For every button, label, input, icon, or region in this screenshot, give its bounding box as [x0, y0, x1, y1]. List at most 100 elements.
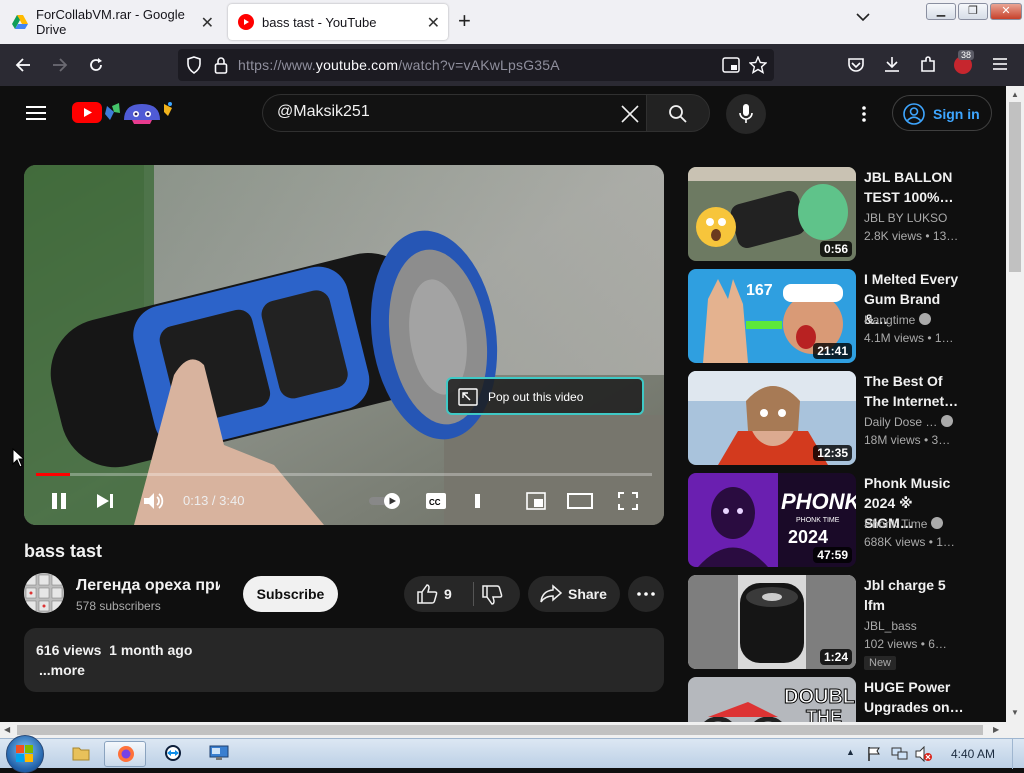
video-thumbnail[interactable]: 12:35 [688, 371, 856, 465]
scrollbar-thumb[interactable] [1009, 102, 1021, 272]
lock-icon[interactable] [214, 56, 228, 74]
scrollbar-thumb[interactable] [17, 725, 983, 735]
recommended-video[interactable]: 167 21:41 I Melted Every Gum Brand &… Ha… [688, 269, 998, 363]
search-box[interactable] [262, 94, 646, 132]
scroll-left-arrow-icon[interactable]: ◀ [4, 725, 10, 734]
taskbar-teamviewer[interactable] [152, 741, 194, 767]
back-icon[interactable] [14, 56, 32, 74]
voice-search-button[interactable] [726, 94, 766, 134]
settings-more-icon[interactable] [861, 105, 867, 123]
pop-out-label: Pop out this video [488, 390, 584, 404]
phonk-title-text: PHONK [781, 489, 856, 514]
tab-youtube[interactable]: bass tast - YouTube ✕ [228, 4, 448, 40]
video-thumbnail[interactable]: DOUBLE THE [688, 677, 856, 722]
more-actions-button[interactable] [628, 576, 664, 612]
like-icon[interactable] [416, 583, 438, 605]
dislike-icon[interactable] [481, 584, 503, 606]
taskbar-remote-desktop[interactable] [198, 741, 240, 767]
channel-name[interactable]: Phonk Time [864, 517, 944, 531]
show-more-link[interactable]: ...more [39, 662, 85, 678]
recommended-video[interactable]: DOUBLE THE HUGE Power Upgrades on… [688, 677, 998, 722]
bookmark-star-icon[interactable] [749, 56, 767, 74]
subscriber-count: 578 subscribers [76, 599, 161, 613]
show-hidden-icons-icon[interactable]: ▲ [846, 747, 855, 757]
clear-search-icon[interactable] [621, 105, 639, 123]
channel-name[interactable]: Легенда ореха при [76, 577, 220, 595]
url-text[interactable]: https://www.youtube.com/watch?v=vAKwLpsG… [238, 57, 560, 73]
close-tab-icon[interactable]: ✕ [427, 13, 440, 33]
address-bar[interactable]: https://www.youtube.com/watch?v=vAKwLpsG… [178, 49, 774, 81]
next-video-icon[interactable] [96, 493, 114, 509]
new-badge: New [864, 656, 897, 670]
video-thumbnail[interactable]: 0:56 [688, 167, 856, 261]
settings-gear-icon[interactable] [473, 492, 483, 510]
subscribe-button[interactable]: Subscribe [243, 576, 338, 612]
scroll-up-arrow-icon[interactable]: ▲ [1011, 90, 1019, 99]
phonk-channel-text: PHONK TIME [796, 517, 840, 524]
guide-menu-icon[interactable] [26, 105, 46, 121]
search-input[interactable] [277, 103, 597, 121]
video-stats: 4.1M views • 1… [864, 331, 954, 345]
autoplay-toggle[interactable] [368, 492, 404, 510]
volume-icon[interactable] [143, 492, 165, 510]
close-tab-icon[interactable]: ✕ [201, 13, 214, 33]
channel-name[interactable]: Hangtime [864, 313, 932, 327]
pause-icon[interactable] [50, 492, 68, 510]
video-thumbnail[interactable]: PHONK PHONK TIME 2024 47:59 [688, 473, 856, 567]
recommended-video[interactable]: PHONK PHONK TIME 2024 47:59 Phonk Music … [688, 473, 998, 567]
fullscreen-icon[interactable] [618, 492, 638, 510]
downloads-icon[interactable] [883, 55, 901, 73]
reload-icon[interactable] [87, 56, 105, 74]
time-display: 0:13 / 3:40 [183, 493, 245, 508]
network-icon[interactable] [891, 746, 909, 762]
scroll-right-arrow-icon[interactable]: ▶ [993, 725, 999, 734]
video-thumbnail[interactable]: 1:24 [688, 575, 856, 669]
pocket-icon[interactable] [847, 56, 865, 74]
search-button[interactable] [646, 94, 710, 132]
video-title[interactable]: JBL BALLON TEST 100%… [864, 167, 964, 207]
video-thumbnail[interactable]: 167 21:41 [688, 269, 856, 363]
miniplayer-icon[interactable] [526, 492, 546, 510]
channel-name[interactable]: JBL BY LUKSO [864, 211, 947, 225]
progress-bar[interactable] [36, 473, 652, 476]
menu-icon[interactable] [992, 57, 1008, 71]
picture-in-picture-icon[interactable] [722, 57, 740, 73]
channel-name[interactable]: Daily Dose … [864, 415, 954, 429]
new-tab-button[interactable]: + [458, 10, 471, 32]
recommended-video[interactable]: 0:56 JBL BALLON TEST 100%… JBL BY LUKSO … [688, 167, 998, 261]
start-button[interactable] [6, 735, 44, 773]
sign-in-button[interactable]: Sign in [892, 95, 992, 131]
theater-mode-icon[interactable] [567, 493, 593, 509]
action-center-flag-icon[interactable] [866, 746, 882, 762]
video-title[interactable]: The Best Of The Internet… [864, 371, 964, 411]
captions-icon[interactable]: CC [425, 492, 447, 510]
volume-muted-icon[interactable] [915, 746, 933, 762]
forward-icon[interactable] [51, 56, 69, 74]
tab-google-drive[interactable]: ForCollabVM.rar - Google Drive ✕ [2, 4, 222, 40]
show-desktop-button[interactable] [1012, 739, 1024, 769]
scrollbar-corner [1006, 722, 1024, 738]
horizontal-scrollbar[interactable]: ◀ ▶ [0, 722, 1006, 738]
extensions-icon[interactable] [919, 55, 937, 73]
vertical-scrollbar[interactable]: ▲ ▼ [1006, 86, 1024, 722]
recommended-video[interactable]: 12:35 The Best Of The Internet… Daily Do… [688, 371, 998, 465]
youtube-doodle-logo[interactable] [72, 100, 176, 126]
taskbar-firefox[interactable] [104, 741, 146, 767]
taskbar-explorer[interactable] [60, 741, 102, 767]
channel-avatar[interactable] [24, 573, 64, 613]
pop-out-video-tooltip[interactable]: Pop out this video [446, 377, 644, 415]
close-window-button[interactable]: ✕ [990, 3, 1022, 20]
minimize-button[interactable]: ▁ [926, 3, 956, 20]
channel-name[interactable]: JBL_bass [864, 619, 917, 633]
recommended-video[interactable]: 1:24 Jbl charge 5 lfm JBL_bass 102 views… [688, 575, 998, 670]
taskbar-clock[interactable]: 4:40 AM [951, 747, 995, 761]
share-button[interactable]: Share [528, 576, 620, 612]
description-box[interactable]: 616 views 1 month ago ...more [24, 628, 664, 692]
shield-icon[interactable] [186, 56, 202, 74]
video-title[interactable]: HUGE Power Upgrades on… [864, 677, 964, 717]
video-player[interactable]: Pop out this video 0:13 / 3:40 CC [24, 165, 664, 525]
scroll-down-arrow-icon[interactable]: ▼ [1011, 708, 1019, 717]
video-title[interactable]: Jbl charge 5 lfm [864, 575, 964, 615]
list-tabs-icon[interactable] [856, 12, 870, 22]
restore-button[interactable]: ❐ [958, 3, 988, 20]
